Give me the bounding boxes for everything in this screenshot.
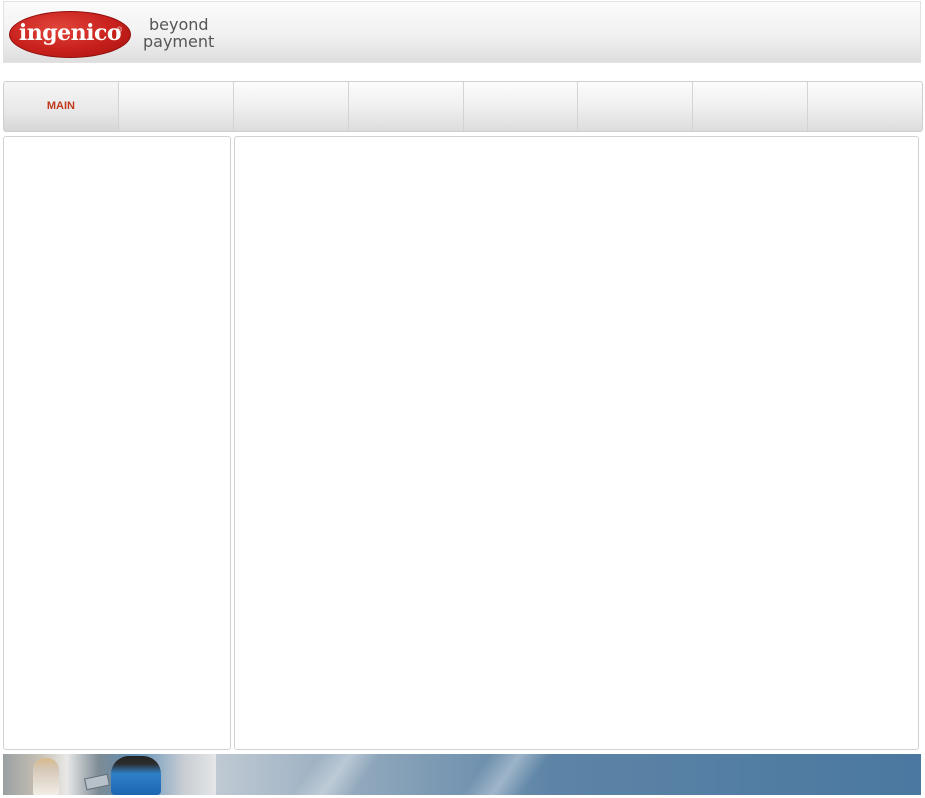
nav-tab-2[interactable] [119, 82, 234, 131]
footer-banner [3, 754, 921, 795]
payment-terminal-image [84, 773, 110, 791]
footer-photo [3, 754, 216, 795]
page-header: ingenico ® beyond payment [3, 1, 921, 63]
photo-person-courier [111, 756, 161, 795]
nav-tab-6[interactable] [578, 82, 694, 131]
nav-tab-main[interactable]: MAIN [4, 82, 119, 131]
nav-tab-7[interactable] [693, 82, 809, 131]
nav-tab-4[interactable] [349, 82, 464, 131]
tagline-line-2: payment [143, 32, 215, 51]
photo-person-customer [33, 758, 59, 795]
nav-tab-8[interactable] [808, 82, 922, 131]
banner-light-streak [448, 754, 558, 795]
registered-mark: ® [116, 27, 122, 34]
main-navigation: MAIN [3, 81, 923, 132]
nav-tab-5[interactable] [464, 82, 579, 131]
ingenico-logo[interactable]: ingenico ® [9, 11, 131, 58]
main-content-panel [234, 136, 919, 750]
nav-tab-3[interactable] [234, 82, 349, 131]
left-sidebar-panel [3, 136, 231, 750]
logo-wordmark: ingenico [18, 20, 122, 46]
banner-light-streak [278, 754, 388, 795]
tagline-line-1: beyond [149, 15, 209, 34]
brand-tagline: beyond payment [143, 16, 214, 50]
